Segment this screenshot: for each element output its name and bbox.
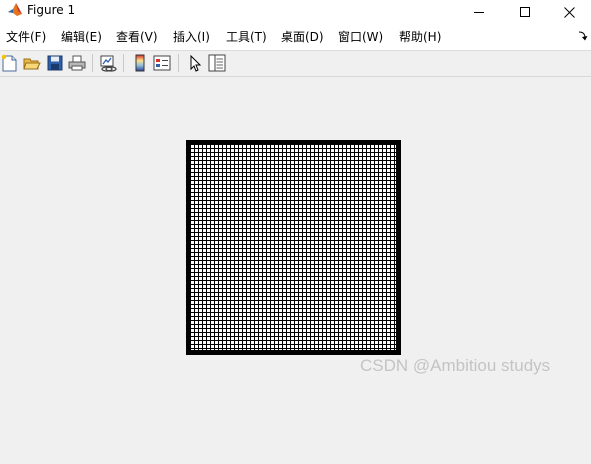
save-button[interactable] — [45, 53, 65, 73]
edit-plot-button[interactable] — [185, 53, 205, 73]
save-icon — [47, 55, 63, 71]
print-button[interactable] — [67, 53, 87, 73]
minimize-icon — [474, 12, 484, 13]
toolbar-separator — [178, 54, 179, 72]
window-title: Figure 1 — [27, 3, 76, 17]
maximize-icon — [520, 7, 530, 17]
figure-canvas[interactable] — [0, 77, 591, 464]
watermark-text: CSDN @Ambitiou studys — [360, 356, 551, 375]
link-plot-button[interactable] — [98, 53, 118, 73]
new-figure-icon — [1, 54, 17, 72]
dock-arrow-icon[interactable] — [578, 31, 588, 41]
toolbar-separator — [123, 54, 124, 72]
toolbar-separator — [92, 54, 93, 72]
link-plot-icon — [100, 55, 117, 72]
edit-plot-pointer-icon — [190, 54, 202, 72]
title-bar[interactable]: Figure 1 — [0, 0, 591, 24]
menu-tools[interactable]: 工具(T) — [226, 30, 267, 44]
property-inspector-button[interactable] — [207, 53, 227, 73]
menu-bar: 文件(F) 编辑(E) 查看(V) 插入(I) 工具(T) 桌面(D) 窗口(W… — [0, 24, 591, 50]
insert-legend-button[interactable] — [152, 53, 172, 73]
matlab-icon — [8, 3, 22, 16]
open-file-icon — [23, 58, 41, 70]
insert-legend-icon — [153, 55, 171, 71]
minimize-button[interactable] — [456, 0, 502, 24]
menu-file[interactable]: 文件(F) — [6, 30, 46, 44]
toolbar — [0, 51, 591, 76]
menu-view[interactable]: 查看(V) — [116, 30, 158, 44]
close-button[interactable] — [546, 0, 591, 24]
insert-colorbar-icon — [135, 54, 145, 72]
open-file-button[interactable] — [22, 53, 42, 73]
binary-grid-image[interactable] — [186, 140, 401, 355]
close-icon — [563, 6, 575, 18]
figure-window: Figure 1 文件(F) 编辑(E) 查看(V) 插入(I) 工具(T) 桌… — [0, 0, 591, 464]
menu-insert[interactable]: 插入(I) — [173, 30, 210, 44]
print-icon — [68, 55, 86, 71]
new-figure-button[interactable] — [0, 53, 20, 73]
menu-desktop[interactable]: 桌面(D) — [281, 30, 324, 44]
property-inspector-icon — [208, 54, 226, 72]
menu-window[interactable]: 窗口(W) — [338, 30, 383, 44]
maximize-button[interactable] — [502, 0, 548, 24]
menu-help[interactable]: 帮助(H) — [399, 30, 441, 44]
menu-edit[interactable]: 编辑(E) — [61, 30, 102, 44]
insert-colorbar-button[interactable] — [130, 53, 150, 73]
